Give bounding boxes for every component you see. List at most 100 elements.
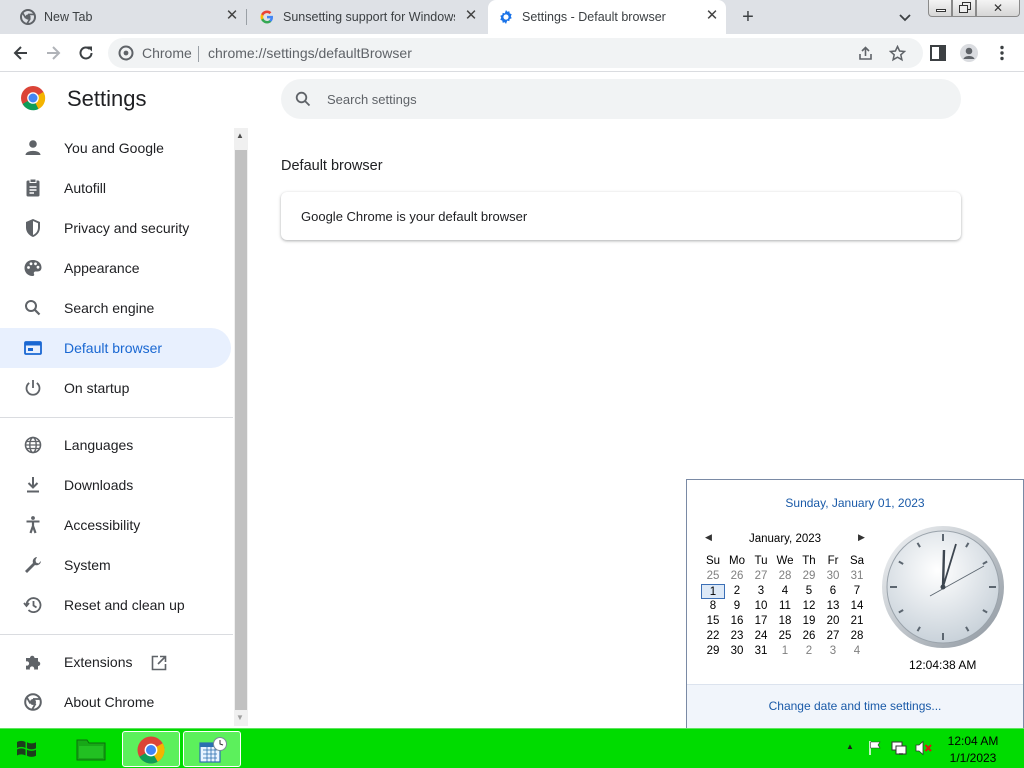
change-date-time-link[interactable]: Change date and time settings... <box>687 699 1023 713</box>
sidebar-item-system[interactable]: System <box>0 545 231 585</box>
calendar-day[interactable]: 29 <box>701 644 725 659</box>
sidebar-item-about-chrome[interactable]: About Chrome <box>0 682 231 722</box>
sidebar-item-accessibility[interactable]: Accessibility <box>0 505 231 545</box>
calendar-day[interactable]: 2 <box>797 644 821 659</box>
calendar-day[interactable]: 3 <box>749 584 773 599</box>
calendar-day[interactable]: 31 <box>749 644 773 659</box>
tab-settings-default-browser[interactable]: Settings - Default browser ✕ <box>488 0 726 34</box>
side-panel-icon[interactable] <box>928 43 948 63</box>
volume-muted-icon[interactable] <box>915 740 933 756</box>
scroll-up-arrow-icon[interactable]: ▲ <box>236 131 244 140</box>
calendar-day[interactable]: 2 <box>725 584 749 599</box>
forward-arrow-icon[interactable] <box>43 43 63 63</box>
network-icon[interactable] <box>891 740 907 756</box>
taskbar-file-explorer[interactable] <box>62 731 120 767</box>
calendar-month-label[interactable]: January, 2023 <box>749 533 821 545</box>
sidebar-item-extensions[interactable]: Extensions <box>0 642 231 682</box>
history-icon <box>23 597 42 613</box>
calendar-day[interactable]: 25 <box>701 569 725 584</box>
tab-sunsetting-support[interactable]: Sunsetting support for Windows ✕ <box>247 0 487 34</box>
taskbar-clock-date[interactable]: 1/1/2023 <box>944 751 1002 765</box>
close-icon[interactable]: ✕ <box>704 8 720 24</box>
calendar-day[interactable]: 12 <box>797 599 821 614</box>
action-center-flag-icon[interactable] <box>867 740 883 756</box>
calendar-day[interactable]: 21 <box>845 614 869 629</box>
calendar-day[interactable]: 29 <box>797 569 821 584</box>
restore-button[interactable] <box>952 0 976 17</box>
scroll-thumb[interactable] <box>235 150 247 710</box>
minimize-button[interactable] <box>928 0 952 17</box>
reload-icon[interactable] <box>76 43 96 63</box>
gear-icon <box>500 10 512 24</box>
chevron-down-icon[interactable] <box>896 8 914 26</box>
scroll-down-arrow-icon[interactable]: ▼ <box>236 713 244 722</box>
calendar-day[interactable]: 31 <box>845 569 869 584</box>
calendar-day[interactable]: 7 <box>845 584 869 599</box>
share-icon[interactable] <box>857 45 874 62</box>
sidebar-item-you-and-google[interactable]: You and Google <box>0 128 231 168</box>
calendar-day[interactable]: 17 <box>749 614 773 629</box>
taskbar-clock-time[interactable]: 12:04 AM <box>944 734 1002 748</box>
calendar-day[interactable]: 10 <box>749 599 773 614</box>
calendar-day[interactable]: 13 <box>821 599 845 614</box>
sidebar-item-autofill[interactable]: Autofill <box>0 168 231 208</box>
calendar-day[interactable]: 25 <box>773 629 797 644</box>
next-month-arrow-icon[interactable]: ▶ <box>858 532 865 543</box>
calendar-day[interactable]: 6 <box>821 584 845 599</box>
calendar-day[interactable]: 24 <box>749 629 773 644</box>
calendar-day[interactable]: 22 <box>701 629 725 644</box>
current-date-link[interactable]: Sunday, January 01, 2023 <box>687 496 1023 510</box>
sidebar-item-downloads[interactable]: Downloads <box>0 465 231 505</box>
calendar-day[interactable]: 15 <box>701 614 725 629</box>
calendar-day[interactable]: 14 <box>845 599 869 614</box>
sidebar-item-privacy-and-security[interactable]: Privacy and security <box>0 208 231 248</box>
calendar-day[interactable]: 26 <box>797 629 821 644</box>
close-icon[interactable]: ✕ <box>224 8 240 24</box>
taskbar-calendar-app[interactable] <box>183 731 241 767</box>
calendar-day[interactable]: 18 <box>773 614 797 629</box>
sidebar-scrollbar[interactable]: ▲ ▼ <box>234 128 248 726</box>
calendar-day[interactable]: 28 <box>845 629 869 644</box>
taskbar-chrome[interactable] <box>122 731 180 767</box>
calendar-day[interactable]: 1 <box>773 644 797 659</box>
new-tab-icon[interactable]: + <box>738 7 758 27</box>
show-hidden-icons-arrow-icon[interactable]: ▲ <box>846 742 854 751</box>
calendar-day[interactable]: 20 <box>821 614 845 629</box>
calendar-day[interactable]: 4 <box>773 584 797 599</box>
calendar-day[interactable]: 5 <box>797 584 821 599</box>
calendar-day-today[interactable]: 1 <box>701 584 725 599</box>
sidebar-item-languages[interactable]: Languages <box>0 425 231 465</box>
close-window-button[interactable]: ✕ <box>976 0 1020 17</box>
star-icon[interactable] <box>889 45 906 62</box>
back-arrow-icon[interactable] <box>11 43 31 63</box>
calendar-day[interactable]: 27 <box>749 569 773 584</box>
calendar-day[interactable]: 26 <box>725 569 749 584</box>
sidebar-item-reset-and-clean-up[interactable]: Reset and clean up <box>0 585 231 625</box>
sidebar-item-default-browser[interactable]: Default browser <box>0 328 231 368</box>
close-icon[interactable]: ✕ <box>463 8 479 24</box>
profile-avatar-icon[interactable] <box>959 43 979 63</box>
calendar-day[interactable]: 19 <box>797 614 821 629</box>
calendar-day[interactable]: 16 <box>725 614 749 629</box>
calendar-day[interactable]: 27 <box>821 629 845 644</box>
tab-new-tab[interactable]: New Tab ✕ <box>0 0 246 34</box>
calendar-day[interactable]: 30 <box>725 644 749 659</box>
calendar-day[interactable]: 28 <box>773 569 797 584</box>
search-settings-input[interactable]: Search settings <box>281 79 961 119</box>
sidebar-divider <box>0 417 233 418</box>
prev-month-arrow-icon[interactable]: ◀ <box>705 532 712 543</box>
more-vert-icon[interactable] <box>992 43 1012 63</box>
calendar-day[interactable]: 30 <box>821 569 845 584</box>
address-bar[interactable]: Chrome chrome://settings/defaultBrowser <box>108 38 923 68</box>
calendar-day[interactable]: 4 <box>845 644 869 659</box>
sidebar-item-on-startup[interactable]: On startup <box>0 368 231 408</box>
sidebar-item-appearance[interactable]: Appearance <box>0 248 231 288</box>
sidebar-item-search-engine[interactable]: Search engine <box>0 288 231 328</box>
calendar-day[interactable]: 11 <box>773 599 797 614</box>
calendar-day[interactable]: 3 <box>821 644 845 659</box>
calendar-day[interactable]: 23 <box>725 629 749 644</box>
calendar-day[interactable]: 9 <box>725 599 749 614</box>
calendar-day[interactable]: 8 <box>701 599 725 614</box>
omnibox-url[interactable]: chrome://settings/defaultBrowser <box>208 45 412 61</box>
start-button[interactable] <box>0 731 56 767</box>
